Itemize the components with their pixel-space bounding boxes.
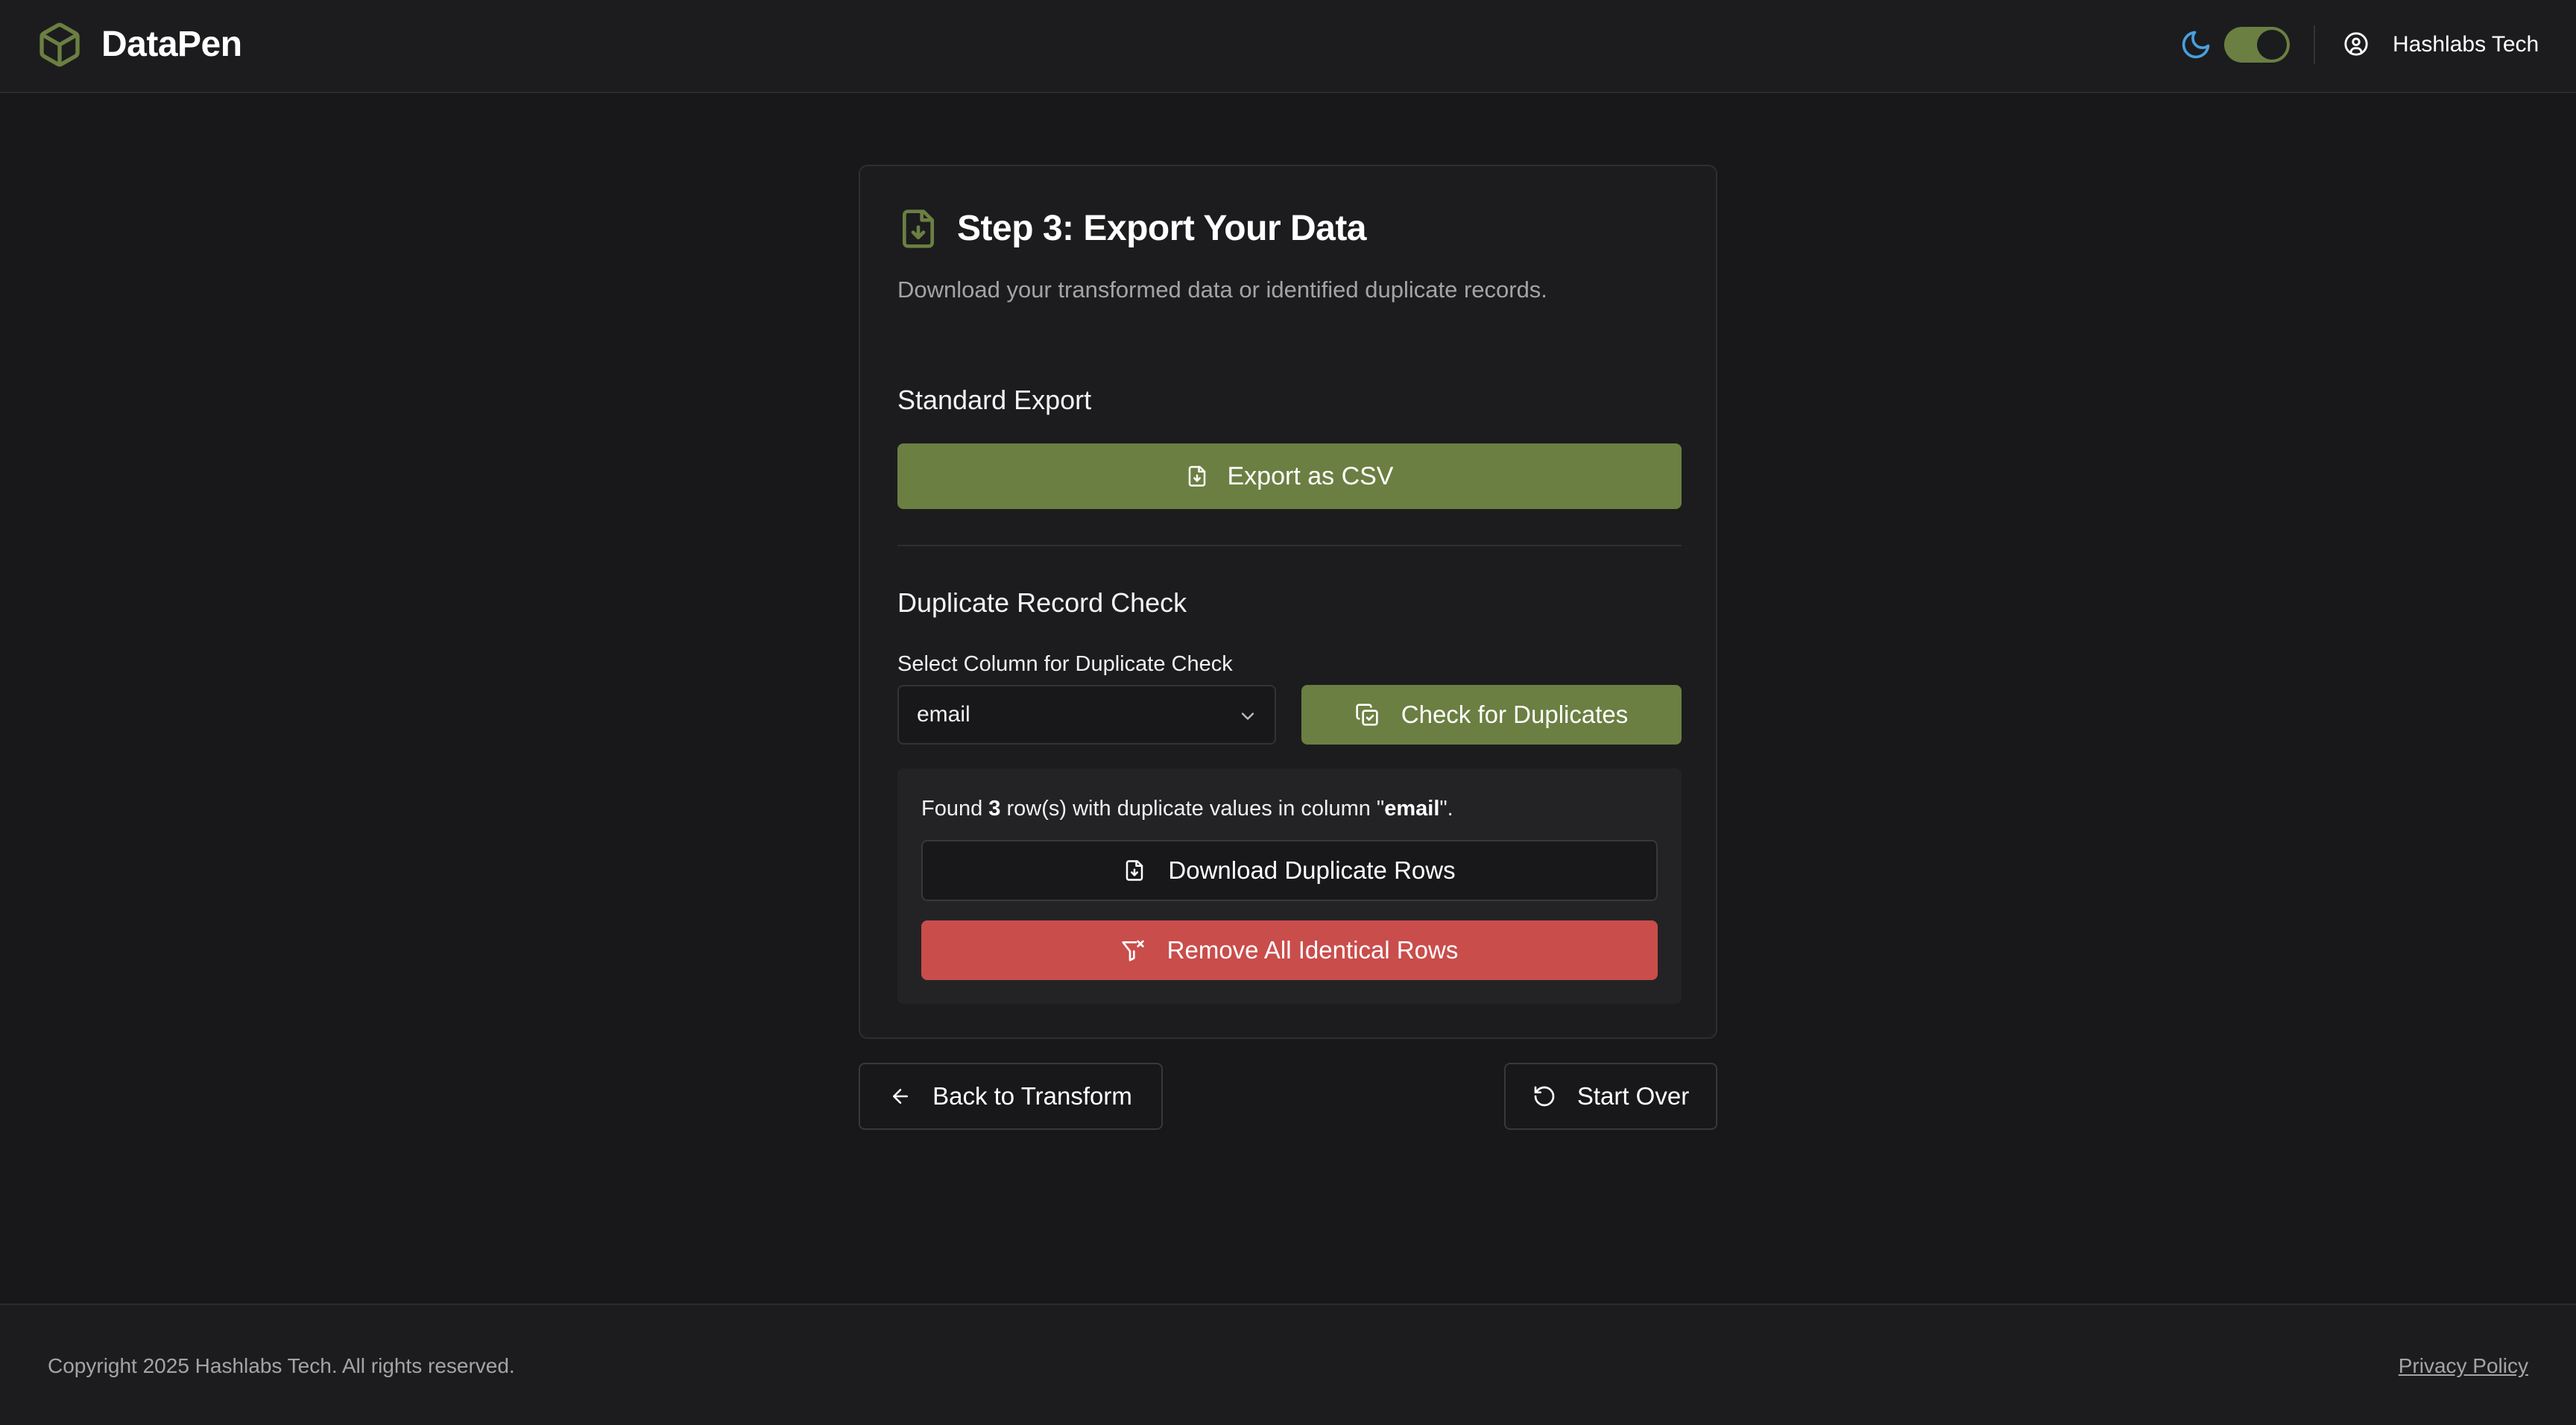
remove-identical-rows-label: Remove All Identical Rows: [1167, 936, 1459, 964]
file-download-icon: [1123, 859, 1146, 882]
export-csv-button[interactable]: Export as CSV: [897, 443, 1682, 509]
selected-column-value: email: [917, 702, 970, 727]
page-description: Download your transformed data or identi…: [897, 277, 1547, 303]
back-to-transform-button[interactable]: Back to Transform: [859, 1063, 1163, 1130]
duplicate-result-panel: Found 3 row(s) with duplicate values in …: [897, 768, 1682, 1004]
privacy-policy-link[interactable]: Privacy Policy: [2399, 1351, 2528, 1381]
rotate-ccw-icon: [1532, 1084, 1556, 1108]
duplicate-count: 3: [988, 797, 1001, 821]
moon-icon: [2179, 28, 2212, 61]
file-download-icon: [897, 206, 939, 251]
standard-export-title: Standard Export: [897, 385, 1092, 415]
copyright-text: Copyright 2025 Hashlabs Tech. All rights…: [48, 1354, 515, 1377]
toggle-knob: [2257, 30, 2287, 60]
user-circle-icon[interactable]: [2343, 31, 2369, 57]
cube-icon: [36, 19, 83, 70]
export-csv-label: Export as CSV: [1227, 461, 1394, 490]
page-title: Step 3: Export Your Data: [957, 209, 1367, 248]
back-to-transform-label: Back to Transform: [932, 1082, 1132, 1110]
section-divider: [897, 545, 1682, 546]
app-header: DataPen Hashlabs Tech: [0, 0, 2576, 93]
duplicate-column-label: Select Column for Duplicate Check: [897, 652, 1233, 676]
user-name[interactable]: Hashlabs Tech: [2393, 30, 2539, 60]
chevron-down-icon: [1237, 706, 1258, 727]
remove-identical-rows-button[interactable]: Remove All Identical Rows: [921, 920, 1658, 980]
copy-check-icon: [1355, 703, 1379, 727]
theme-toggle[interactable]: [2224, 27, 2290, 63]
download-duplicates-button[interactable]: Download Duplicate Rows: [921, 840, 1658, 901]
export-card: Step 3: Export Your Data Download your t…: [859, 165, 1717, 1039]
download-duplicates-label: Download Duplicate Rows: [1168, 856, 1456, 884]
check-duplicates-button[interactable]: Check for Duplicates: [1301, 685, 1682, 745]
brand-name[interactable]: DataPen: [101, 21, 242, 69]
start-over-label: Start Over: [1576, 1082, 1690, 1110]
duplicate-column-select[interactable]: email: [897, 685, 1276, 745]
duplicate-column-name: email: [1384, 797, 1440, 821]
file-download-icon: [1186, 464, 1208, 488]
arrow-left-icon: [889, 1085, 912, 1108]
duplicate-check-title: Duplicate Record Check: [897, 587, 1187, 618]
filter-x-icon: [1121, 938, 1145, 962]
app-footer: Copyright 2025 Hashlabs Tech. All rights…: [0, 1304, 2576, 1425]
duplicate-result-text: Found 3 row(s) with duplicate values in …: [921, 797, 1453, 821]
check-duplicates-label: Check for Duplicates: [1401, 701, 1629, 728]
start-over-button[interactable]: Start Over: [1504, 1063, 1717, 1130]
header-divider: [2314, 25, 2315, 64]
